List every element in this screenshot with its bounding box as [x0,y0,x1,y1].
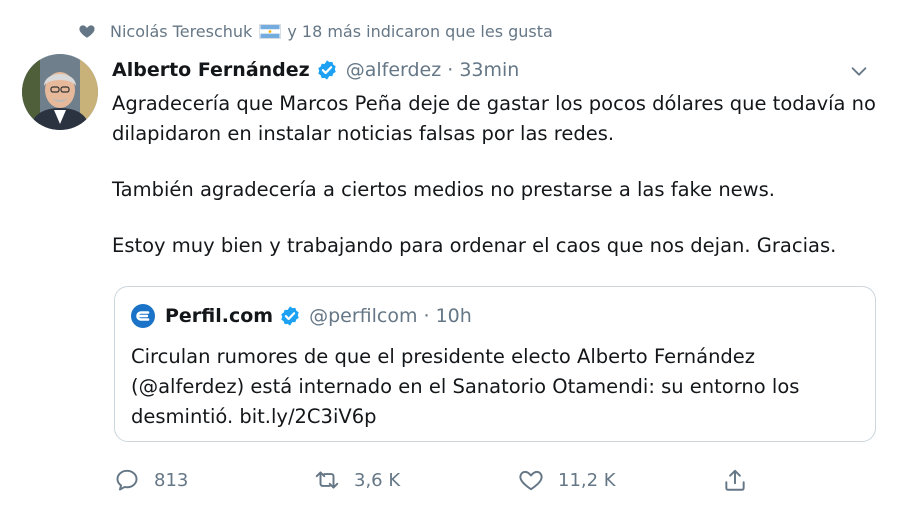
tweet-paragraph: También agradecería a ciertos medios no … [112,178,775,201]
quoted-tweet-text: Circulan rumores de que el presidente el… [131,345,800,428]
reply-button[interactable]: 813 [114,467,188,493]
retweet-button[interactable]: 3,6 K [314,467,400,493]
share-icon [725,469,745,491]
liker-name[interactable]: Nicolás Tereschuk [110,22,252,41]
author-handle[interactable]: @alferdez [346,59,442,81]
quoted-tweet[interactable]: Perfil.com @perfilcom · 10h Circulan rum… [114,286,876,442]
argentina-flag-icon [259,23,282,39]
quoted-tweet-header: Perfil.com @perfilcom · 10h [131,304,472,328]
verified-badge-icon [318,60,336,80]
share-button[interactable] [722,467,762,493]
like-count: 11,2 K [558,469,616,491]
quoted-tweet-time[interactable]: · 10h [424,305,472,327]
social-context-text[interactable]: y 18 más indicaron que les gusta [287,22,553,41]
heart-icon [79,25,95,38]
perfil-logo-icon [131,304,155,328]
tweet-paragraph: Estoy muy bien y trabajando para ordenar… [112,234,837,257]
tweet-header: Alberto Fernández @alferdez · 33min [112,56,880,84]
avatar[interactable] [22,54,98,130]
quoted-author-name[interactable]: Perfil.com [165,305,273,327]
like-button[interactable]: 11,2 K [518,467,616,493]
tweet-time[interactable]: · 33min [447,59,519,81]
tweet-paragraph: Agradecería que Marcos Peña deje de gast… [112,92,883,145]
author-name[interactable]: Alberto Fernández [112,59,310,81]
tweet-actions: 813 3,6 K 11,2 K [114,467,754,499]
chevron-down-icon[interactable] [848,60,870,82]
reply-count: 813 [154,469,189,491]
social-context: Nicolás Tereschuk y 18 más indicaron que… [78,18,553,44]
reply-icon [116,469,138,491]
quoted-author-handle[interactable]: @perfilcom [309,305,417,327]
tweet-text: Agradecería que Marcos Peña deje de gast… [112,89,882,261]
retweet-count: 3,6 K [354,469,401,491]
retweet-icon [315,471,339,489]
verified-badge-icon [281,306,299,326]
like-icon [519,470,543,491]
